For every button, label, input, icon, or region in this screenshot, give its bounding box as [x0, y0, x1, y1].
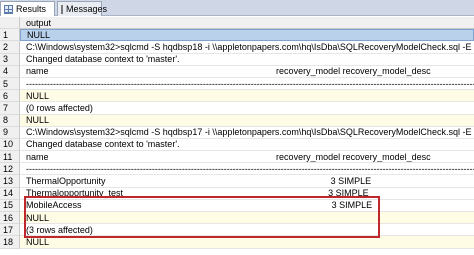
table-row[interactable]: 9 C:\Windows\system32>sqlcmd -S hqdbsp17 …: [0, 126, 474, 139]
table-row[interactable]: 15 MobileAccess 3 SIMPLE: [0, 199, 474, 212]
table-row[interactable]: 8 NULL: [0, 114, 474, 127]
tab-results[interactable]: Results: [0, 1, 55, 16]
output-cell[interactable]: NULL: [20, 236, 474, 249]
row-number[interactable]: 17: [0, 224, 20, 237]
results-tab-bar: Results Messages: [0, 0, 474, 16]
table-row[interactable]: 18 NULL: [0, 236, 474, 249]
output-cell[interactable]: ----------------------------------------…: [20, 78, 474, 91]
row-number[interactable]: 7: [0, 102, 20, 115]
tab-results-label: Results: [16, 4, 47, 14]
table-row[interactable]: 16 NULL: [0, 212, 474, 225]
row-number[interactable]: 14: [0, 187, 20, 200]
output-cell[interactable]: ----------------------------------------…: [20, 163, 474, 176]
row-number[interactable]: 18: [0, 236, 20, 249]
output-cell[interactable]: NULL: [20, 29, 474, 42]
row-number[interactable]: 5: [0, 77, 20, 91]
table-row[interactable]: 5 ---------------------------------------…: [0, 77, 474, 91]
output-cell[interactable]: name recovery_model recovery_model_desc: [20, 66, 474, 78]
row-number[interactable]: 6: [0, 90, 20, 103]
column-header-output[interactable]: output: [20, 17, 474, 30]
table-row[interactable]: 14 Thermalopportunity_test 3 SIMPLE: [0, 187, 474, 200]
corner-header[interactable]: [0, 17, 20, 30]
table-row[interactable]: 13 ThermalOpportunity 3 SIMPLE: [0, 175, 474, 188]
row-number[interactable]: 15: [0, 199, 20, 212]
row-number[interactable]: 16: [0, 212, 20, 225]
row-number[interactable]: 13: [0, 175, 20, 188]
output-cell[interactable]: Changed database context to 'master'.: [20, 139, 474, 152]
table-row[interactable]: 11 name recovery_model recovery_model_des…: [0, 151, 474, 164]
output-cell[interactable]: (0 rows affected): [20, 102, 474, 115]
output-cell[interactable]: NULL: [20, 114, 474, 127]
table-row[interactable]: 3 Changed database context to 'master'.: [0, 53, 474, 66]
row-number[interactable]: 2: [0, 41, 20, 54]
row-number[interactable]: 8: [0, 114, 20, 127]
output-cell[interactable]: Changed database context to 'master'.: [20, 54, 474, 66]
row-number[interactable]: 4: [0, 65, 20, 78]
message-icon: [61, 4, 63, 14]
table-row[interactable]: 7 (0 rows affected): [0, 102, 474, 115]
grid-icon: [4, 4, 13, 14]
output-cell[interactable]: NULL: [20, 212, 474, 225]
table-row[interactable]: 2 C:\Windows\system32>sqlcmd -S hqdbsp18 …: [0, 41, 474, 54]
grid-header-row: output: [0, 17, 474, 30]
tab-messages[interactable]: Messages: [57, 1, 107, 16]
output-cell[interactable]: MobileAccess 3 SIMPLE: [20, 200, 474, 212]
output-cell[interactable]: C:\Windows\system32>sqlcmd -S hqdbsp18 -…: [20, 41, 474, 54]
output-cell[interactable]: (3 rows affected): [20, 224, 474, 237]
row-number[interactable]: 9: [0, 126, 20, 139]
output-cell[interactable]: name recovery_model recovery_model_desc: [20, 151, 474, 164]
table-row[interactable]: 6 NULL: [0, 90, 474, 103]
table-row[interactable]: 4 name recovery_model recovery_model_desc: [0, 65, 474, 78]
output-cell[interactable]: NULL: [20, 90, 474, 103]
row-number[interactable]: 10: [0, 138, 20, 152]
table-row[interactable]: 1 NULL: [0, 29, 474, 42]
output-cell[interactable]: C:\Windows\system32>sqlcmd -S hqdbsp17 -…: [20, 127, 474, 139]
output-cell[interactable]: Thermalopportunity_test 3 SIMPLE: [20, 188, 474, 200]
tab-messages-label: Messages: [66, 4, 108, 14]
row-number[interactable]: 1: [0, 29, 20, 42]
results-grid: output 1 NULL 2 C:\Windows\system32>sqlcmd …: [0, 17, 474, 249]
row-number[interactable]: 3: [0, 53, 20, 66]
row-number[interactable]: 11: [0, 151, 20, 164]
grid-rows: 1 NULL 2 C:\Windows\system32>sqlcmd -S hqdb…: [0, 29, 474, 249]
output-cell[interactable]: ThermalOpportunity 3 SIMPLE: [20, 175, 474, 188]
table-row[interactable]: 10 Changed database context to 'master'.: [0, 138, 474, 152]
table-row[interactable]: 17 (3 rows affected): [0, 224, 474, 237]
row-number[interactable]: 12: [0, 163, 20, 176]
table-row[interactable]: 12 --------------------------------------…: [0, 163, 474, 176]
